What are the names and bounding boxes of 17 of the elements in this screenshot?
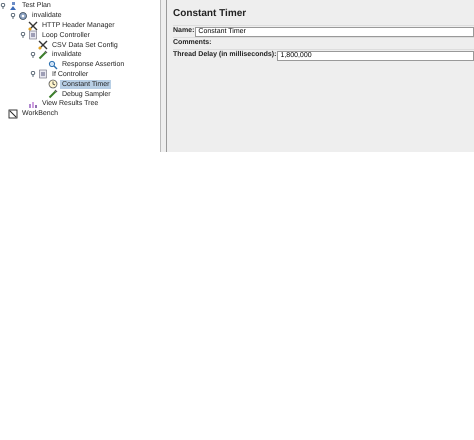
scissors-icon [38, 40, 48, 50]
expander-icon[interactable] [30, 52, 36, 58]
scissors-icon [28, 20, 38, 30]
clock-icon [48, 79, 58, 90]
expander-icon[interactable] [0, 2, 6, 9]
pen-icon [38, 50, 48, 60]
panel-title: Constant Timer [173, 7, 248, 21]
document-icon [8, 0, 18, 11]
magnifier-icon [48, 60, 58, 70]
expander-icon[interactable] [20, 32, 26, 38]
controller-icon [38, 69, 48, 80]
expander-icon[interactable] [10, 12, 16, 19]
workbench-icon [8, 108, 18, 119]
expander-icon[interactable] [30, 71, 36, 78]
gear-icon [18, 10, 28, 21]
pen-icon [48, 89, 58, 100]
controller-icon [28, 30, 38, 40]
